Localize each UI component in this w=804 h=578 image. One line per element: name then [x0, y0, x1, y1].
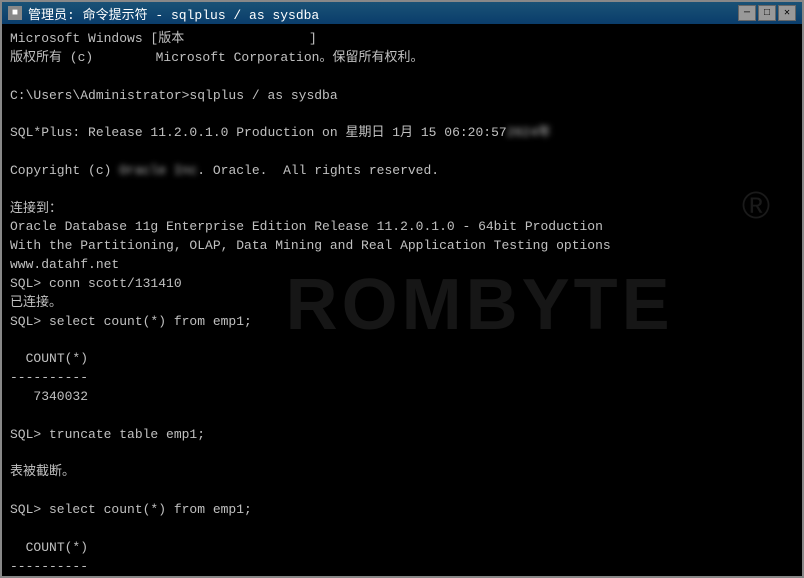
line-22: SQL> truncate table emp1;: [10, 427, 205, 442]
line-24: 表被截断。: [10, 464, 75, 479]
line-6: SQL*Plus: Release 11.2.0.1.0 Production …: [10, 125, 551, 140]
line-23: [10, 446, 18, 461]
line-7: [10, 144, 18, 159]
line-2: 版权所有 (c) Microsoft Corporation。保留所有权利。: [10, 50, 423, 65]
line-9: [10, 182, 18, 197]
title-bar-buttons: ─ □ ✕: [738, 5, 796, 21]
line-12: With the Partitioning, OLAP, Data Mining…: [10, 238, 611, 253]
line-29: ----------: [10, 559, 88, 574]
line-8-company: Oracle Inc: [119, 162, 197, 181]
line-8-mid: . Oracle. All rights reserved.: [197, 163, 439, 178]
line-10: 连接到：: [10, 201, 62, 216]
line-3: [10, 69, 18, 84]
line-4: C:\Users\Administrator>sqlplus / as sysd…: [10, 88, 338, 103]
line-5: [10, 106, 18, 121]
line-18: COUNT(*): [10, 351, 88, 366]
close-button[interactable]: ✕: [778, 5, 796, 21]
line-1: Microsoft Windows [版本 ]: [10, 31, 317, 46]
line-6-prefix: SQL*Plus: Release 11.2.0.1.0 Production …: [10, 125, 507, 140]
main-window: ■ 管理员: 命令提示符 - sqlplus / as sysdba ─ □ ✕…: [0, 0, 804, 578]
line-17: [10, 333, 18, 348]
line-6-blur: 2024年: [507, 124, 551, 143]
console-area[interactable]: ROMBYTE ® Microsoft Windows [版本 ] 版权所有 (…: [2, 24, 802, 576]
line-19: ----------: [10, 370, 88, 385]
line-25: [10, 483, 18, 498]
title-bar-left: ■ 管理员: 命令提示符 - sqlplus / as sysdba: [8, 4, 319, 23]
maximize-button[interactable]: □: [758, 5, 776, 21]
line-8: Copyright (c) Oracle Inc. Oracle. All ri…: [10, 163, 439, 178]
line-11: Oracle Database 11g Enterprise Edition R…: [10, 219, 603, 234]
line-13: www.datahf.net: [10, 257, 119, 272]
line-8-prefix: Copyright (c): [10, 163, 111, 178]
line-20: 7340032: [10, 389, 88, 404]
line-15: 已连接。: [10, 295, 62, 310]
line-16: SQL> select count(*) from emp1;: [10, 314, 252, 329]
line-28: COUNT(*): [10, 540, 88, 555]
minimize-button[interactable]: ─: [738, 5, 756, 21]
console-output: Microsoft Windows [版本 ] 版权所有 (c) Microso…: [10, 30, 794, 576]
line-26: SQL> select count(*) from emp1;: [10, 502, 252, 517]
window-icon: ■: [8, 6, 22, 20]
window-title: 管理员: 命令提示符 - sqlplus / as sysdba: [28, 4, 319, 23]
title-bar: ■ 管理员: 命令提示符 - sqlplus / as sysdba ─ □ ✕: [2, 2, 802, 24]
line-14: SQL> conn scott/131410: [10, 276, 182, 291]
line-21: [10, 408, 18, 423]
line-27: [10, 521, 18, 536]
